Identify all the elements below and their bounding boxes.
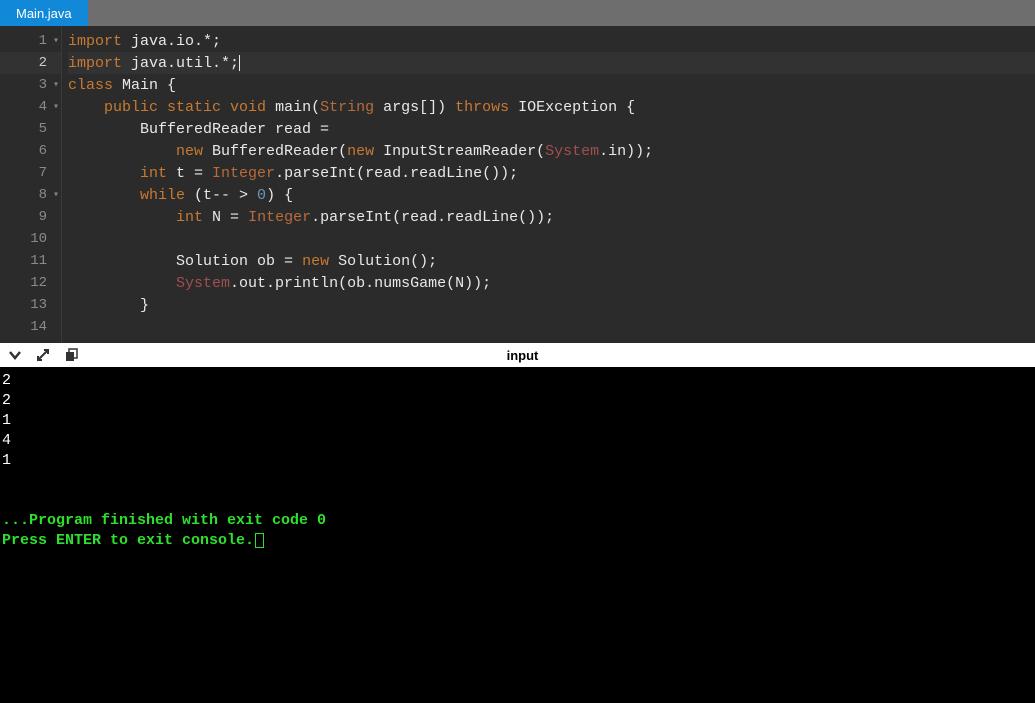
- terminal-line: [2, 471, 1033, 491]
- code-line: class Main {: [68, 74, 1035, 96]
- code-line: import java.io.*;: [68, 30, 1035, 52]
- code-editor[interactable]: 1▾ 2 3▾ 4▾ 5 6 7 8▾ 9 10 11 12 13 14 imp…: [0, 26, 1035, 343]
- tab-main-java[interactable]: Main.java: [0, 0, 88, 26]
- gutter-line: 7: [0, 162, 61, 184]
- terminal-label: input: [78, 348, 967, 363]
- code-line: while (t-- > 0) {: [68, 184, 1035, 206]
- code-line: new BufferedReader(new InputStreamReader…: [68, 140, 1035, 162]
- terminal-line: 1: [2, 411, 1033, 431]
- terminal-line: 1: [2, 451, 1033, 471]
- fold-icon[interactable]: ▾: [53, 189, 59, 201]
- fold-icon[interactable]: ▾: [53, 35, 59, 47]
- gutter-line: 9: [0, 206, 61, 228]
- gutter-line: 11: [0, 250, 61, 272]
- code-area[interactable]: import java.io.*; import java.util.*; cl…: [62, 26, 1035, 343]
- terminal-line: 2: [2, 391, 1033, 411]
- terminal-toolbar: input: [0, 343, 1035, 367]
- tab-bar: Main.java: [0, 0, 1035, 26]
- terminal-status: ...Program finished with exit code 0: [2, 511, 1033, 531]
- gutter-line: 13: [0, 294, 61, 316]
- code-line: [68, 228, 1035, 250]
- gutter-line: 3▾: [0, 74, 61, 96]
- gutter-line: 12: [0, 272, 61, 294]
- terminal-status: Press ENTER to exit console.: [2, 531, 1033, 551]
- code-line: }: [68, 294, 1035, 316]
- gutter-line: 8▾: [0, 184, 61, 206]
- terminal-output[interactable]: 2 2 1 4 1 ...Program finished with exit …: [0, 367, 1035, 703]
- gutter-line: 14: [0, 316, 61, 338]
- gutter-line: 1▾: [0, 30, 61, 52]
- copy-icon[interactable]: [64, 348, 78, 362]
- expand-icon[interactable]: [36, 348, 50, 362]
- terminal-line: [2, 491, 1033, 511]
- gutter-line: 6: [0, 140, 61, 162]
- chevron-down-icon[interactable]: [8, 348, 22, 362]
- code-line: Solution ob = new Solution();: [68, 250, 1035, 272]
- gutter-line: 10: [0, 228, 61, 250]
- fold-icon[interactable]: ▾: [53, 79, 59, 91]
- code-line: int N = Integer.parseInt(read.readLine()…: [68, 206, 1035, 228]
- code-line: int t = Integer.parseInt(read.readLine()…: [68, 162, 1035, 184]
- terminal-icons: [8, 348, 78, 362]
- terminal-cursor: [255, 533, 264, 548]
- text-cursor: [239, 55, 240, 71]
- terminal-line: 4: [2, 431, 1033, 451]
- line-gutter: 1▾ 2 3▾ 4▾ 5 6 7 8▾ 9 10 11 12 13 14: [0, 26, 62, 343]
- code-line: BufferedReader read =: [68, 118, 1035, 140]
- gutter-line: 2: [0, 52, 61, 74]
- code-line: public static void main(String args[]) t…: [68, 96, 1035, 118]
- code-line: import java.util.*;: [68, 52, 1035, 74]
- fold-icon[interactable]: ▾: [53, 101, 59, 113]
- tab-label: Main.java: [16, 6, 72, 21]
- gutter-line: 4▾: [0, 96, 61, 118]
- gutter-line: 5: [0, 118, 61, 140]
- terminal-line: 2: [2, 371, 1033, 391]
- code-line: System.out.println(ob.numsGame(N));: [68, 272, 1035, 294]
